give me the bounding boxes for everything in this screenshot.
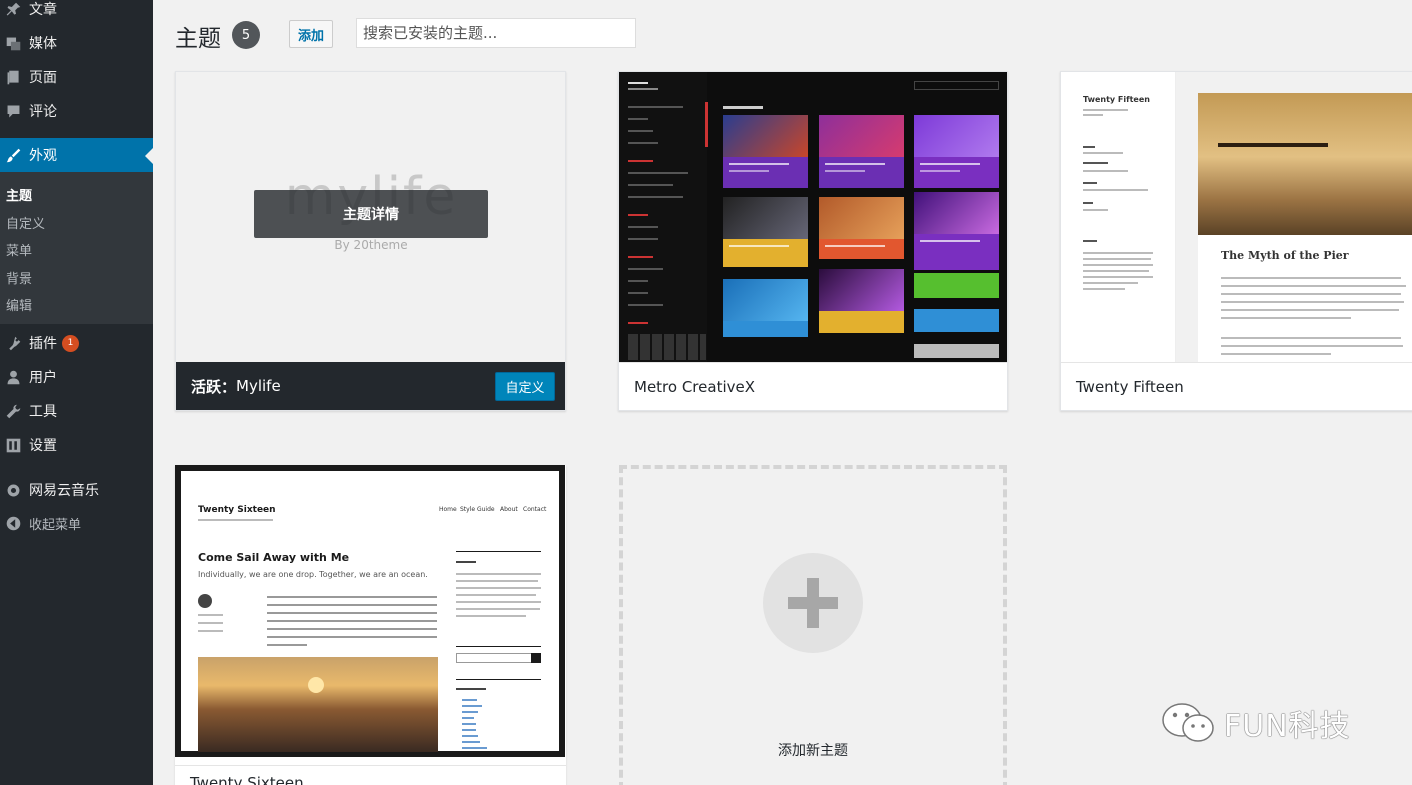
theme-search-input[interactable] — [356, 18, 636, 48]
sidebar-item-media[interactable]: 媒体 — [0, 26, 153, 60]
submenu-item-editor[interactable]: 编辑 — [6, 295, 32, 314]
collapse-icon — [4, 514, 22, 532]
preview-pier-photo — [1198, 93, 1412, 235]
gear-icon — [4, 481, 22, 499]
page-icon — [4, 68, 22, 86]
theme-card-active[interactable]: mylife By 20theme 主题详情 活跃： Mylife 自定义 — [175, 71, 566, 411]
submenu-item-themes[interactable]: 主题 — [6, 185, 32, 204]
submenu-item-menus[interactable]: 菜单 — [6, 240, 32, 259]
theme-name-bar: Metro CreativeX — [619, 362, 1007, 410]
sidebar-item-tools[interactable]: 工具 — [0, 394, 153, 428]
preview-post-title: The Myth of the Pier — [1221, 249, 1349, 262]
media-icon — [4, 34, 22, 52]
sidebar-item-label: 用户 — [29, 370, 57, 386]
wechat-icon — [1162, 703, 1214, 742]
preview-nav-item: Home — [439, 506, 457, 513]
sidebar-item-appearance[interactable]: 外观 — [0, 138, 153, 172]
theme-name-bar: Twenty Fifteen — [1061, 362, 1412, 410]
theme-card-twenty-fifteen[interactable]: Twenty Fifteen The Myth of the Pier Twen… — [1060, 71, 1412, 411]
add-new-theme-card[interactable]: 添加新主题 — [619, 465, 1007, 785]
theme-card-twenty-sixteen[interactable]: Twenty Sixteen Home Style Guide About Co… — [175, 465, 566, 785]
pin-icon — [4, 0, 22, 18]
sidebar-item-label: 收起菜单 — [29, 517, 82, 533]
sidebar-item-posts[interactable]: 文章 — [0, 0, 153, 26]
theme-screenshot: Twenty Sixteen Home Style Guide About Co… — [175, 465, 565, 757]
watermark-text: FUN科技 — [1224, 709, 1351, 744]
submenu-item-customize[interactable]: 自定义 — [6, 213, 45, 232]
sidebar-item-label: 媒体 — [29, 36, 57, 52]
sidebar-item-label: 插件 — [29, 336, 57, 352]
preview-post-title: Come Sail Away with Me — [198, 551, 350, 564]
preview-post-excerpt: Individually, we are one drop. Together,… — [198, 570, 428, 579]
theme-name: Mylife — [236, 377, 281, 395]
wrench-icon — [4, 402, 22, 420]
plus-icon — [763, 553, 863, 653]
theme-details-button[interactable]: 主题详情 — [254, 190, 488, 238]
theme-name: Twenty Fifteen — [1076, 377, 1184, 396]
preview-sidebar — [619, 72, 707, 363]
sidebar-item-label: 评论 — [29, 104, 57, 120]
preview-site-title: Twenty Sixteen — [198, 505, 276, 515]
add-new-theme-label: 添加新主题 — [778, 743, 848, 759]
brush-icon — [4, 146, 22, 164]
comment-icon — [4, 102, 22, 120]
preview-site-title: Twenty Fifteen — [1083, 95, 1150, 104]
theme-name-bar: Twenty Sixteen — [175, 765, 566, 785]
active-label: 活跃： — [191, 377, 237, 396]
plugin-icon — [4, 334, 22, 352]
preview-nav-item: Style Guide — [460, 506, 495, 513]
settings-icon — [4, 436, 22, 454]
submenu-item-background[interactable]: 背景 — [6, 268, 32, 287]
sidebar-item-pages[interactable]: 页面 — [0, 60, 153, 94]
update-count-badge: 1 — [62, 334, 79, 352]
admin-sidebar: 文章 媒体 页面 评论 外观 主题 自定义 菜单 背景 编辑 插件 1 用户 工… — [0, 0, 153, 785]
preview-sidebar: Twenty Fifteen — [1061, 72, 1176, 363]
sidebar-item-label: 文章 — [29, 2, 57, 18]
sidebar-item-comments[interactable]: 评论 — [0, 94, 153, 128]
sidebar-item-plugins[interactable]: 插件 1 — [0, 326, 153, 360]
appearance-submenu: 主题 自定义 菜单 背景 编辑 — [0, 172, 153, 324]
theme-card-metro[interactable]: Metro CreativeX — [618, 71, 1008, 411]
theme-name-bar: 活跃： Mylife 自定义 — [176, 362, 565, 410]
theme-count-badge: 5 — [232, 21, 260, 49]
active-indicator — [145, 148, 153, 164]
customize-button[interactable]: 自定义 — [495, 372, 555, 401]
sidebar-item-label: 网易云音乐 — [29, 483, 99, 499]
preview-nav-item: About — [500, 506, 518, 513]
theme-screenshot — [619, 72, 1007, 363]
page-title: 主题 — [175, 26, 221, 52]
theme-screenshot: Twenty Fifteen The Myth of the Pier — [1061, 72, 1412, 363]
theme-name: Twenty Sixteen — [190, 774, 304, 785]
user-icon — [4, 368, 22, 386]
collapse-menu-button[interactable]: 收起菜单 — [0, 506, 153, 540]
theme-screenshot: mylife By 20theme 主题详情 — [176, 72, 565, 363]
preview-nav-item: Contact — [523, 506, 547, 513]
watermark: FUN科技 — [1160, 700, 1351, 746]
preview-sunset-photo — [198, 657, 438, 752]
sidebar-item-label: 工具 — [29, 404, 57, 420]
sidebar-item-label: 设置 — [29, 438, 57, 454]
sidebar-item-users[interactable]: 用户 — [0, 360, 153, 394]
add-theme-button[interactable]: 添加 — [289, 20, 333, 48]
theme-author: By 20theme — [334, 238, 408, 252]
theme-name: Metro CreativeX — [634, 377, 755, 396]
sidebar-item-netease-music[interactable]: 网易云音乐 — [0, 473, 153, 507]
sidebar-item-settings[interactable]: 设置 — [0, 428, 153, 462]
sidebar-item-label: 外观 — [29, 148, 57, 164]
sidebar-item-label: 页面 — [29, 70, 57, 86]
